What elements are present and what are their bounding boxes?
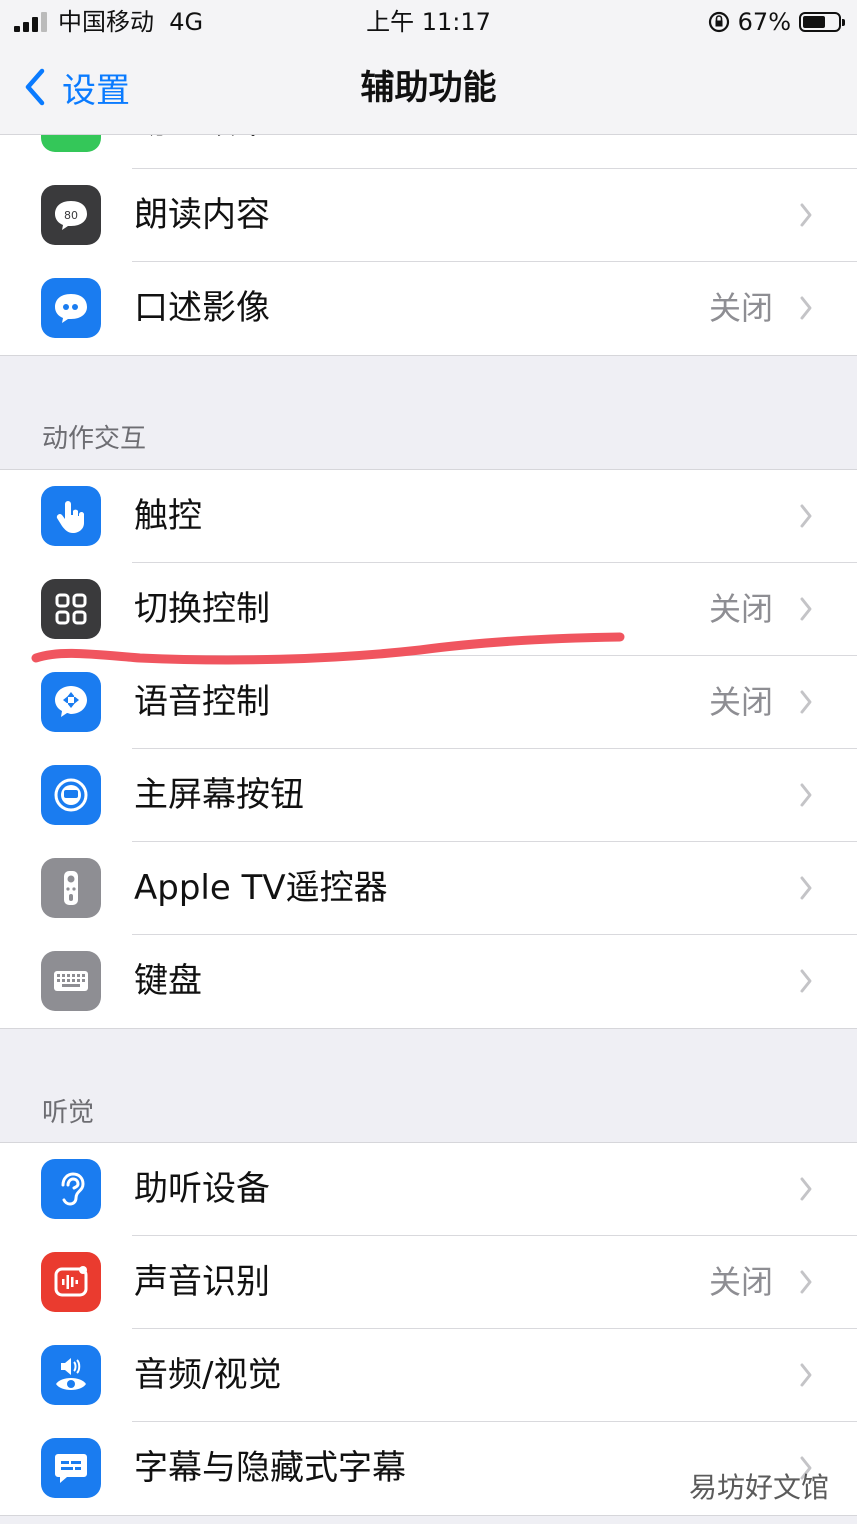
chevron-right-icon — [800, 876, 812, 900]
list-item-label: 朗读内容 — [134, 195, 270, 235]
motion-group: 触控 切换控制 关闭 语音控制 关闭 主屏幕按钮 Apple TV遥控器 键盘 — [0, 469, 857, 1029]
hearing-group: 助听设备 声音识别 关闭 音频/视觉 字幕与隐藏式字幕 — [0, 1142, 857, 1516]
watermark: 易坊好文馆 — [688, 1471, 829, 1504]
chevron-right-icon — [800, 597, 812, 621]
list-item-label: 助听设备 — [134, 1169, 270, 1209]
battery-percent: 67% — [737, 8, 791, 36]
section-header-hearing: 听觉 — [42, 1098, 95, 1128]
chevron-right-icon — [800, 296, 812, 320]
tv-remote-icon — [41, 858, 101, 918]
list-item-value: 关闭 — [708, 683, 773, 721]
list-item-value: 关闭 — [708, 289, 773, 327]
list-item-keyboard[interactable]: 键盘 — [0, 935, 857, 1028]
list-item-value: 关闭 — [708, 1263, 773, 1301]
section-header-motion: 动作交互 — [42, 424, 147, 454]
chevron-right-icon — [800, 969, 812, 993]
list-item-audio-visual[interactable]: 音频/视觉 — [0, 1329, 857, 1422]
battery-icon — [799, 12, 845, 32]
list-item-label: 主屏幕按钮 — [134, 775, 304, 815]
chevron-right-icon — [800, 1363, 812, 1387]
list-item-label: 字幕与隐藏式字幕 — [134, 1448, 406, 1488]
vision-group: 动态效果 80 朗读内容 口述影像 关闭 — [0, 92, 857, 356]
list-item-home-button[interactable]: 主屏幕按钮 — [0, 749, 857, 842]
status-right: 67% — [708, 6, 845, 38]
hand-pointer-icon — [41, 486, 101, 546]
list-item-voice-control[interactable]: 语音控制 关闭 — [0, 656, 857, 749]
quote-bubble-icon — [41, 278, 101, 338]
svg-text:80: 80 — [64, 209, 78, 222]
list-item-hearing-devices[interactable]: 助听设备 — [0, 1143, 857, 1236]
list-item-value: 关闭 — [708, 590, 773, 628]
rotation-lock-icon — [708, 11, 729, 33]
list-item-label: 触控 — [134, 496, 202, 536]
home-button-icon — [41, 765, 101, 825]
list-item-spoken-content[interactable]: 80 朗读内容 — [0, 169, 857, 262]
chevron-right-icon — [800, 203, 812, 227]
chevron-right-icon — [800, 1177, 812, 1201]
navigation-bar: 设置 辅助功能 — [0, 44, 857, 135]
keyboard-icon — [41, 951, 101, 1011]
list-item-touch[interactable]: 触控 — [0, 470, 857, 563]
caption-bubble-icon — [41, 1438, 101, 1498]
list-item-apple-tv-remote[interactable]: Apple TV遥控器 — [0, 842, 857, 935]
chevron-right-icon — [800, 504, 812, 528]
list-item-label: Apple TV遥控器 — [134, 868, 388, 908]
chevron-right-icon — [800, 1270, 812, 1294]
list-item-label: 音频/视觉 — [134, 1355, 282, 1395]
chevron-right-icon — [800, 690, 812, 714]
status-bar: 中国移动 4G 上午 11:17 67% — [0, 0, 857, 44]
chevron-right-icon — [800, 783, 812, 807]
list-item-label: 声音识别 — [134, 1262, 270, 1302]
grid-squares-icon — [41, 579, 101, 639]
list-item-sound-recognition[interactable]: 声音识别 关闭 — [0, 1236, 857, 1329]
speaker-eye-icon — [41, 1345, 101, 1405]
ear-icon — [41, 1159, 101, 1219]
list-item-label: 语音控制 — [134, 682, 270, 722]
list-item-switch-control[interactable]: 切换控制 关闭 — [0, 563, 857, 656]
voice-control-icon — [41, 672, 101, 732]
sound-wave-icon — [41, 1252, 101, 1312]
speech-bubble-icon: 80 — [41, 185, 101, 245]
list-item-label: 切换控制 — [134, 589, 270, 629]
list-item-audio-descriptions[interactable]: 口述影像 关闭 — [0, 262, 857, 355]
list-item-label: 键盘 — [134, 961, 202, 1001]
list-item-label: 口述影像 — [134, 288, 270, 328]
page-title: 辅助功能 — [360, 68, 497, 108]
